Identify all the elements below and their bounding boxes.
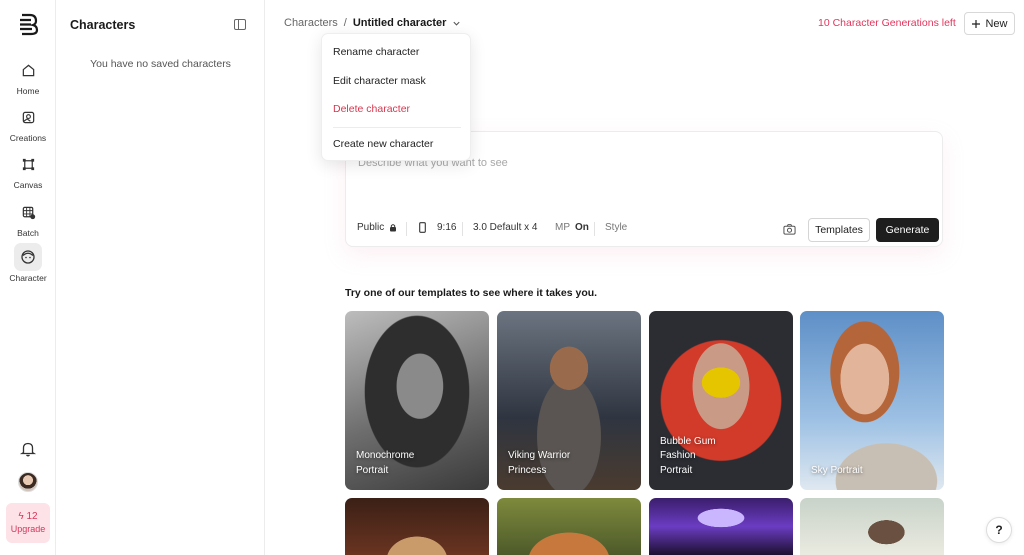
template-card-crown[interactable] [345,498,489,555]
aspect-ratio-selector[interactable]: 9:16 [419,222,456,233]
template-caption-line: Bubble Gum [660,435,716,447]
camera-icon[interactable] [783,223,796,236]
menu-item-edit-mask[interactable]: Edit character mask [333,75,426,87]
menu-divider [333,127,461,128]
new-button[interactable]: New [964,12,1015,35]
template-caption: Viking Warrior Princess [508,449,570,478]
app-root: Home Creations Canvas Batch Character ϟ … [0,0,1024,555]
template-caption-line: Portrait [660,464,693,476]
generate-button[interactable]: Generate [876,218,939,242]
character-menu: Rename character Edit character mask Del… [321,33,471,161]
breadcrumb-separator: / [343,17,347,29]
generations-left: 10 Character Generations left [818,17,956,29]
panel-title: Characters [70,18,136,32]
template-card-redhead[interactable] [497,498,641,555]
template-caption-line: Princess [508,464,547,476]
app-logo-icon[interactable] [16,12,40,36]
breadcrumb-current[interactable]: Untitled character [353,17,447,29]
rail-item-home[interactable]: Home [4,56,52,100]
help-button[interactable]: ? [986,517,1012,543]
rail-item-character[interactable]: Character [4,243,52,287]
rail-item-label: Home [16,86,40,96]
visibility-toggle[interactable]: Public [357,222,397,233]
aspect-ratio-value: 9:16 [437,222,457,233]
rail-item-label: Batch [17,228,39,238]
toolbar-divider [462,222,463,236]
template-card-sky-portrait[interactable]: Sky Portrait [800,311,944,490]
phone-icon [419,222,426,233]
template-card-space-guitarist[interactable] [649,498,793,555]
rail-item-canvas[interactable]: Canvas [4,150,52,194]
avatar[interactable] [18,472,38,492]
breadcrumb-root[interactable]: Characters [284,17,338,29]
template-caption-line: Sky Portrait [811,464,863,476]
bell-icon[interactable] [19,440,37,458]
image-icon [14,103,42,131]
visibility-label: Public [357,222,385,233]
toolbar-divider [594,222,595,236]
upgrade-label: Upgrade [10,524,46,534]
template-caption: Sky Portrait [811,464,863,479]
menu-item-delete[interactable]: Delete character [333,103,410,115]
mp-toggle[interactable]: MP On [555,222,589,233]
menu-item-rename[interactable]: Rename character [333,46,419,58]
upgrade-count: 12 [26,511,38,522]
template-caption-line: Monochrome [356,450,415,461]
template-card-viking-warrior[interactable]: Viking Warrior Princess [497,311,641,490]
model-selector[interactable]: 3.0 Default x 4 [473,222,537,233]
rail-item-label: Character [9,273,47,283]
mp-label: MP [555,222,570,233]
template-card-monochrome-portrait[interactable]: Monochrome Portrait [345,311,489,490]
plus-icon [972,19,981,28]
template-caption-line: Portrait [356,464,389,476]
home-icon [14,56,42,84]
breadcrumb: Characters / Untitled character [284,17,461,29]
template-caption-line: Fashion [660,450,696,461]
upgrade-button[interactable]: ϟ 12 Upgrade [6,503,50,543]
templates-heading: Try one of our templates to see where it… [345,287,598,299]
template-caption: Bubble Gum Fashion Portrait [660,435,716,479]
new-button-label: New [985,17,1008,30]
toolbar-divider [406,222,407,236]
menu-item-create-new[interactable]: Create new character [333,138,433,150]
mp-value: On [575,222,589,233]
template-card-ufo[interactable] [800,498,944,555]
bolt-icon: ϟ [18,511,24,522]
templates-button[interactable]: Templates [808,218,870,242]
template-caption: Monochrome Portrait [356,449,414,478]
style-selector[interactable]: Style [605,222,627,233]
empty-state-text: You have no saved characters [90,58,231,70]
batch-icon [14,198,42,226]
lock-icon [390,224,397,232]
template-caption-line: Viking Warrior [508,450,571,461]
rail-item-batch[interactable]: Batch [4,198,52,242]
sidebar-toggle-icon[interactable] [234,19,246,30]
model-value: 3.0 Default x 4 [473,222,538,233]
style-label: Style [605,222,628,233]
character-icon [14,243,42,271]
canvas-icon [14,150,42,178]
left-rail: Home Creations Canvas Batch Character ϟ … [0,0,56,555]
characters-panel: Characters You have no saved characters [56,0,265,555]
chevron-down-icon[interactable] [452,19,461,28]
rail-item-label: Canvas [13,180,43,190]
credits-count: ϟ 12 [18,510,37,523]
rail-item-label: Creations [9,133,47,143]
rail-item-creations[interactable]: Creations [4,103,52,147]
template-card-bubble-gum-fashion[interactable]: Bubble Gum Fashion Portrait [649,311,793,490]
